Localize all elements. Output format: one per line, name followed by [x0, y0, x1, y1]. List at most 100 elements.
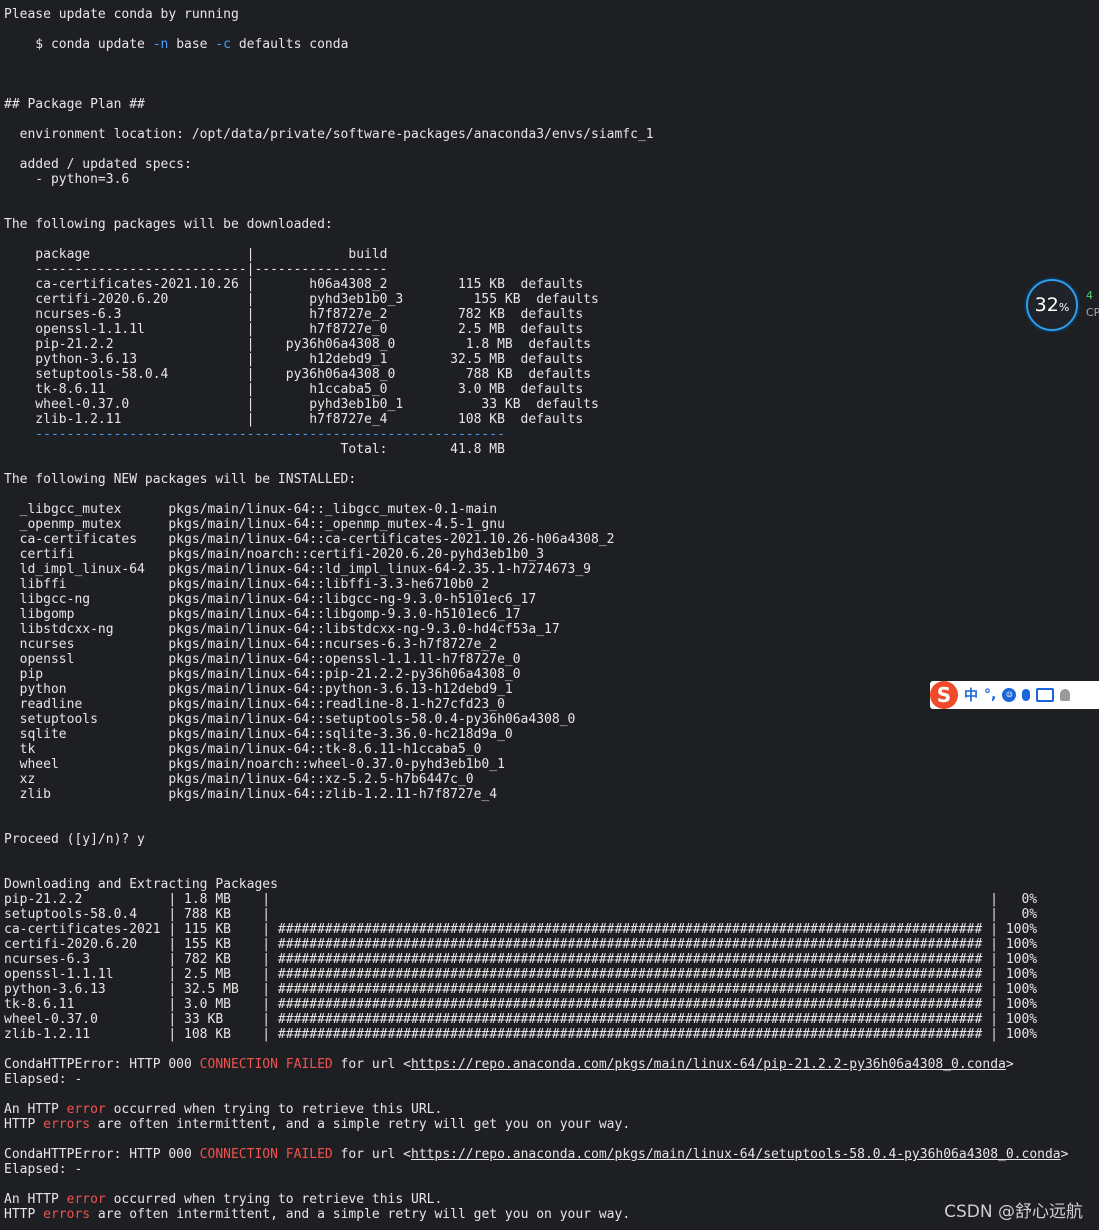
- terminal-text: xz pkgs/main/linux-64::xz-5.2.5-h7b6447c…: [4, 772, 474, 787]
- keyboard-icon[interactable]: [1036, 688, 1055, 702]
- cpu-unit: %: [1058, 301, 1070, 314]
- terminal-line: - python=3.6: [4, 172, 1099, 187]
- terminal-line: wheel-0.37.0 | pyhd3eb1b0_1 33 KB defaul…: [4, 397, 1099, 412]
- terminal-text: The following packages will be downloade…: [4, 217, 333, 232]
- mic-icon[interactable]: [1022, 689, 1031, 701]
- terminal-line: _libgcc_mutex pkgs/main/linux-64::_libgc…: [4, 502, 1099, 517]
- error-text: CONNECTION FAILED: [199, 1147, 333, 1162]
- emoji-icon[interactable]: ☺: [1002, 688, 1017, 702]
- terminal-line: wheel-0.37.0 | 33 KB | #################…: [4, 1012, 1099, 1027]
- terminal-text: HTTP: [4, 1117, 44, 1132]
- error-text: errors: [43, 1207, 91, 1222]
- terminal-text: defaults conda: [231, 37, 349, 52]
- ime-toolbar[interactable]: S 中 °, ☺: [930, 681, 1099, 709]
- terminal-line: zlib pkgs/main/linux-64::zlib-1.2.11-h7f…: [4, 787, 1099, 802]
- terminal-line: certifi-2020.6.20 | 155 KB | ###########…: [4, 937, 1099, 952]
- terminal-line: certifi-2020.6.20 | pyhd3eb1b0_3 155 KB …: [4, 292, 1099, 307]
- terminal-text: base: [168, 37, 216, 52]
- terminal-line: xz pkgs/main/linux-64::xz-5.2.5-h7b6447c…: [4, 772, 1099, 787]
- terminal-text: python-3.6.13 | h12debd9_1 32.5 MB defau…: [4, 352, 584, 367]
- cpu-usage-widget[interactable]: 32% 4 CP: [1026, 279, 1099, 335]
- terminal-text: added / updated specs:: [4, 157, 192, 172]
- terminal-text: libgcc-ng pkgs/main/linux-64::libgcc-ng-…: [4, 592, 537, 607]
- terminal-text: python pkgs/main/linux-64::python-3.6.13…: [4, 682, 513, 697]
- terminal-text: tk-8.6.11 | 3.0 MB | ###################…: [4, 997, 1045, 1012]
- terminal-text: $ conda update: [4, 37, 153, 52]
- terminal-text: tk pkgs/main/linux-64::tk-8.6.11-h1ccaba…: [4, 742, 482, 757]
- terminal-line: ## Package Plan ##: [4, 97, 1099, 112]
- terminal-line: Please update conda by running: [4, 7, 1099, 22]
- terminal-text: readline pkgs/main/linux-64::readline-8.…: [4, 697, 505, 712]
- terminal-text: openssl pkgs/main/linux-64::openssl-1.1.…: [4, 652, 521, 667]
- terminal-line: openssl-1.1.1l | h7f8727e_0 2.5 MB defau…: [4, 322, 1099, 337]
- terminal-text: certifi pkgs/main/noarch::certifi-2020.6…: [4, 547, 545, 562]
- terminal-text: openssl-1.1.1l | 2.5 MB | ##############…: [4, 967, 1045, 982]
- terminal-line: environment location: /opt/data/private/…: [4, 127, 1099, 142]
- terminal-text: -n: [152, 37, 169, 52]
- terminal-line: pip-21.2.2 | 1.8 MB | | 0%: [4, 892, 1099, 907]
- terminal-text: zlib-1.2.11 | 108 KB | #################…: [4, 1027, 1045, 1042]
- terminal-text: libffi pkgs/main/linux-64::libffi-3.3-he…: [4, 577, 490, 592]
- error-text: error: [66, 1102, 106, 1117]
- terminal-text: openssl-1.1.1l | h7f8727e_0 2.5 MB defau…: [4, 322, 584, 337]
- sogou-logo-icon[interactable]: S: [930, 681, 958, 709]
- terminal-text: are often intermittent, and a simple ret…: [90, 1117, 631, 1132]
- terminal-text: wheel pkgs/main/noarch::wheel-0.37.0-pyh…: [4, 757, 505, 772]
- terminal-text: _libgcc_mutex pkgs/main/linux-64::_libgc…: [4, 502, 498, 517]
- terminal-text: Total: 41.8 MB: [4, 442, 505, 457]
- terminal-line: python-3.6.13 | 32.5 MB | ##############…: [4, 982, 1099, 997]
- terminal-text: _openmp_mutex pkgs/main/linux-64::_openm…: [4, 517, 505, 532]
- terminal-line: libstdcxx-ng pkgs/main/linux-64::libstdc…: [4, 622, 1099, 637]
- terminal-text: >: [1060, 1147, 1069, 1162]
- terminal-text: HTTP: [4, 1207, 44, 1222]
- terminal-text: package | build: [4, 247, 388, 262]
- terminal-line: zlib-1.2.11 | 108 KB | #################…: [4, 1027, 1099, 1042]
- terminal-text: pip-21.2.2 | py36h06a4308_0 1.8 MB defau…: [4, 337, 591, 352]
- terminal-text: setuptools-58.0.4 | 788 KB | | 0%: [4, 907, 1045, 922]
- terminal-text: environment location: /opt/data/private/…: [4, 127, 654, 142]
- terminal-text: python-3.6.13 | 32.5 MB | ##############…: [4, 982, 1045, 997]
- ime-mode-toggle[interactable]: 中: [964, 685, 978, 705]
- url-link[interactable]: https://repo.anaconda.com/pkgs/main/linu…: [411, 1147, 1061, 1162]
- terminal-line: certifi pkgs/main/noarch::certifi-2020.6…: [4, 547, 1099, 562]
- ime-punctuation-toggle[interactable]: °,: [984, 687, 996, 703]
- url-link[interactable]: https://repo.anaconda.com/pkgs/main/linu…: [411, 1057, 1006, 1072]
- terminal-line: The following packages will be downloade…: [4, 217, 1099, 232]
- terminal-line: libffi pkgs/main/linux-64::libffi-3.3-he…: [4, 577, 1099, 592]
- terminal-text: for url <: [332, 1147, 412, 1162]
- terminal-text: ## Package Plan ##: [4, 97, 145, 112]
- terminal-line: ld_impl_linux-64 pkgs/main/linux-64::ld_…: [4, 562, 1099, 577]
- terminal-text: tk-8.6.11 | h1ccaba5_0 3.0 MB defaults: [4, 382, 584, 397]
- terminal-line: python-3.6.13 | h12debd9_1 32.5 MB defau…: [4, 352, 1099, 367]
- terminal-line: An HTTP error occurred when trying to re…: [4, 1102, 1099, 1117]
- terminal-line: openssl-1.1.1l | 2.5 MB | ##############…: [4, 967, 1099, 982]
- error-text: error: [66, 1192, 106, 1207]
- error-text: errors: [43, 1117, 91, 1132]
- terminal-text: libgomp pkgs/main/linux-64::libgomp-9.3.…: [4, 607, 521, 622]
- terminal-text: The following NEW packages will be INSTA…: [4, 472, 357, 487]
- terminal-line: tk-8.6.11 | 3.0 MB | ###################…: [4, 997, 1099, 1012]
- cpu-value: 32: [1034, 294, 1059, 316]
- terminal-line: Elapsed: -: [4, 1162, 1099, 1177]
- terminal-text: - python=3.6: [4, 172, 130, 187]
- user-icon[interactable]: [1060, 689, 1071, 701]
- terminal-text: are often intermittent, and a simple ret…: [90, 1207, 631, 1222]
- terminal-line: ---------------------------|------------…: [4, 262, 1099, 277]
- terminal-text: ----------------------------------------…: [4, 427, 505, 442]
- terminal-output[interactable]: Please update conda by running $ conda u…: [4, 7, 1099, 1222]
- terminal-text: ---------------------------|------------…: [4, 262, 388, 277]
- terminal-line: Downloading and Extracting Packages: [4, 877, 1099, 892]
- terminal-text: pip pkgs/main/linux-64::pip-21.2.2-py36h…: [4, 667, 521, 682]
- terminal-text: setuptools-58.0.4 | py36h06a4308_0 788 K…: [4, 367, 591, 382]
- terminal-text: CondaHTTPError: HTTP 000: [4, 1057, 200, 1072]
- terminal-text: for url <: [332, 1057, 412, 1072]
- cpu-gauge: 32%: [1026, 279, 1078, 331]
